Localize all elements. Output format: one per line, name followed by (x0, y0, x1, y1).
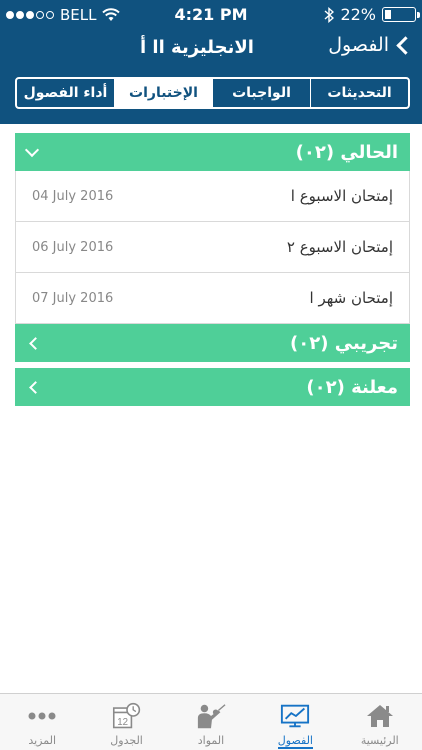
section-practice-header[interactable]: تجريبي (٠٢) (15, 324, 410, 362)
item-title: إمتحان الاسبوع ا (290, 187, 393, 205)
battery-percent: 22% (340, 5, 376, 24)
tabbar-item-more[interactable]: المزيد (0, 694, 84, 750)
tab-bar: الرئيسية الفصول المواد 12 الجدول المزيد (0, 693, 422, 750)
tab-label: المواد (197, 734, 225, 747)
navbar: الانجليزية اا أ الفصول (0, 30, 422, 70)
tab-label: الفصول (277, 734, 313, 749)
teacher-icon (197, 704, 226, 729)
tab-homework[interactable]: الواجبات (212, 79, 310, 107)
back-button[interactable]: الفصول (328, 34, 415, 56)
section-title: معلنة (٠٢) (306, 376, 398, 398)
chevron-left-icon (29, 336, 42, 350)
battery-icon (382, 7, 420, 22)
item-title: إمتحان الاسبوع ٢ (286, 238, 393, 256)
chevron-left-icon (396, 35, 415, 55)
item-date: 07 July 2016 (32, 290, 114, 306)
section-title: الحالي (٠٢) (295, 141, 398, 163)
chevron-left-icon (29, 380, 42, 394)
section-title: تجريبي (٠٢) (290, 332, 398, 354)
section-current-header[interactable]: الحالي (٠٢) (15, 133, 410, 171)
header: BELL 4:21 PM 22% الانجليزية اا أ الفصول (0, 0, 422, 124)
tabbar-item-subjects[interactable]: المواد (169, 694, 253, 750)
bluetooth-icon (324, 6, 335, 23)
tabbar-item-home[interactable]: الرئيسية (338, 694, 422, 750)
status-right: 22% (324, 5, 420, 24)
tab-updates[interactable]: التحديثات (310, 79, 408, 107)
tab-label: المزيد (28, 734, 56, 747)
tab-label: الرئيسية (360, 734, 399, 747)
exam-list: الحالي (٠٢) 04 July 2016 إمتحان الاسبوع … (15, 133, 410, 406)
calendar-clock-icon: 12 (112, 702, 140, 729)
tabbar-item-classes[interactable]: الفصول (253, 694, 337, 750)
segmented-control: التحديثات الواجبات الإختبارات أداء الفصو… (15, 77, 410, 109)
status-bar: BELL 4:21 PM 22% (0, 0, 422, 30)
more-dots-icon (28, 712, 56, 720)
classes-chart-icon (281, 704, 310, 728)
page-title: الانجليزية اا أ (140, 37, 254, 58)
list-item[interactable]: 06 July 2016 إمتحان الاسبوع ٢ (15, 222, 410, 273)
list-item[interactable]: 04 July 2016 إمتحان الاسبوع ا (15, 171, 410, 222)
tab-exams[interactable]: الإختبارات (114, 79, 212, 107)
chevron-down-icon (24, 142, 40, 158)
item-date: 04 July 2016 (32, 188, 114, 204)
item-title: إمتحان شهر ا (309, 289, 393, 307)
tab-label: الجدول (110, 734, 143, 747)
list-item[interactable]: 07 July 2016 إمتحان شهر ا (15, 273, 410, 324)
tab-class-performance[interactable]: أداء الفصول (17, 79, 114, 107)
battery-fill (385, 10, 391, 19)
calendar-day: 12 (117, 717, 128, 728)
back-label: الفصول (328, 34, 389, 56)
section-announced-header[interactable]: معلنة (٠٢) (15, 368, 410, 406)
home-icon (366, 705, 393, 727)
item-date: 06 July 2016 (32, 239, 114, 255)
tabbar-item-schedule[interactable]: 12 الجدول (84, 694, 168, 750)
